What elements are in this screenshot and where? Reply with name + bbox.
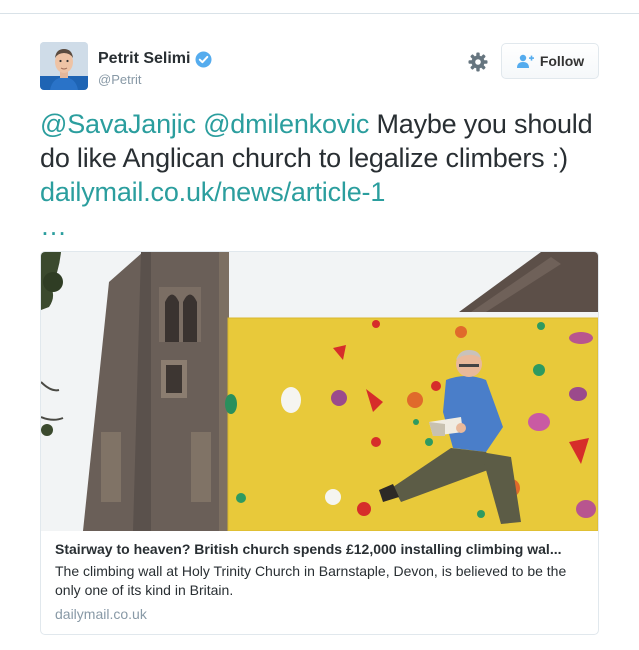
tweet-text: @SavaJanjic @dmilenkovic Maybe you shoul…: [40, 107, 600, 243]
author-handle[interactable]: @Petrit: [98, 72, 142, 87]
card-description: The climbing wall at Holy Trinity Church…: [55, 563, 567, 598]
link-preview-card[interactable]: Stairway to heaven? British church spend…: [40, 251, 599, 635]
top-divider: [0, 0, 639, 14]
tweet-text-plain: [196, 109, 203, 139]
verified-badge-icon: [195, 51, 212, 68]
author-name-row[interactable]: Petrit Selimi: [98, 50, 212, 68]
follow-button[interactable]: Follow: [501, 43, 599, 79]
card-image[interactable]: [41, 252, 598, 531]
card-body[interactable]: Stairway to heaven? British church spend…: [41, 531, 598, 632]
mention-link[interactable]: @SavaJanjic: [40, 109, 196, 139]
card-title[interactable]: Stairway to heaven? British church spend…: [55, 541, 584, 557]
article-link-ellipsis[interactable]: …: [40, 211, 67, 241]
avatar[interactable]: [40, 42, 88, 90]
mention-link[interactable]: @dmilenkovic: [203, 109, 369, 139]
add-user-icon: [516, 54, 534, 68]
gear-icon[interactable]: [467, 51, 489, 73]
author-name[interactable]: Petrit Selimi: [98, 50, 190, 68]
card-domain: dailymail.co.uk: [55, 606, 147, 622]
follow-label: Follow: [539, 53, 585, 69]
article-link[interactable]: dailymail.co.uk/news/article-1: [40, 177, 385, 207]
